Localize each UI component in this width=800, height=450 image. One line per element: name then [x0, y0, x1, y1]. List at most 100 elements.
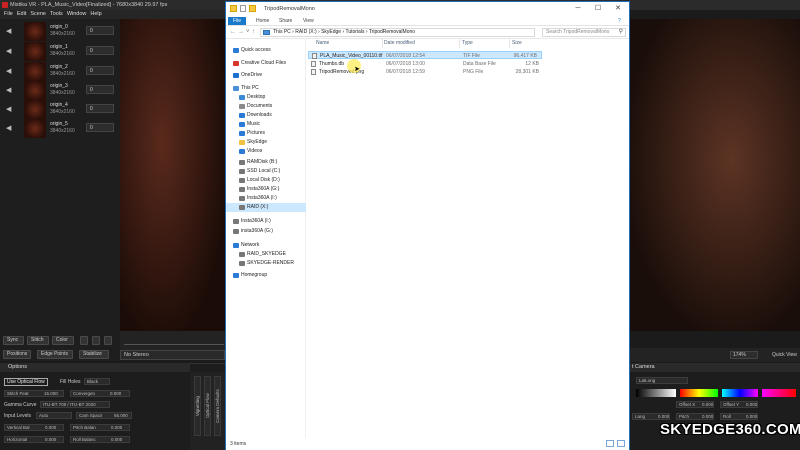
- nav-item[interactable]: SSD Local (C:): [226, 167, 306, 176]
- menu-scene[interactable]: Scene: [30, 11, 46, 17]
- color-dropdown[interactable]: Color: [52, 336, 74, 345]
- file-row[interactable]: PLA_Music_Video_00110.tif 06/07/2018 12:5…: [308, 51, 542, 59]
- nav-item[interactable]: Quick access: [226, 46, 306, 55]
- speaker-icon[interactable]: ◀: [6, 27, 13, 35]
- fill-holes-dropdown[interactable]: Black: [84, 378, 110, 385]
- stabilize-dropdown[interactable]: Stabilize: [79, 350, 109, 359]
- clip-offset-field[interactable]: 0: [86, 123, 114, 132]
- up-icon[interactable]: ↑: [252, 29, 255, 35]
- breadcrumb-tutorials[interactable]: Tutorials: [345, 29, 364, 35]
- tab-optical-flow[interactable]: Optical Flow: [204, 376, 211, 436]
- nav-item[interactable]: OneDrive: [226, 71, 306, 80]
- nav-item[interactable]: Videos: [226, 147, 306, 156]
- stitch-dropdown[interactable]: Stitch: [27, 336, 49, 345]
- menu-tools[interactable]: Tools: [50, 11, 63, 17]
- close-icon[interactable]: ✕: [608, 2, 628, 16]
- clip-row[interactable]: ◀ origin_2 3840x2160 0: [0, 62, 120, 81]
- hue-strip-3[interactable]: [762, 389, 796, 397]
- projection-dropdown[interactable]: LatLong: [636, 377, 688, 384]
- list-view-icon[interactable]: [80, 336, 88, 345]
- file-row[interactable]: Thumbs.db 06/07/2018 13:00 Data Base File 1…: [308, 60, 542, 68]
- clip-offset-field[interactable]: 0: [86, 104, 114, 113]
- speaker-icon[interactable]: ◀: [6, 124, 13, 132]
- clip-offset-field[interactable]: 0: [86, 46, 114, 55]
- nav-item[interactable]: Network: [226, 241, 306, 250]
- nav-item[interactable]: Desktop: [226, 93, 306, 102]
- search-input[interactable]: Search TripodRemovalMono ⚲: [542, 28, 626, 37]
- speaker-icon[interactable]: ◀: [6, 67, 13, 75]
- breadcrumb-raid[interactable]: RAID (X:): [295, 29, 316, 35]
- file-row[interactable]: TripodRemoved.png 06/07/2018 12:59 PNG Fil…: [308, 68, 542, 76]
- nav-item[interactable]: Downloads: [226, 111, 306, 120]
- quick-view-toggle[interactable]: Quick View: [772, 352, 797, 358]
- input-levels-dropdown[interactable]: Auto: [36, 412, 72, 419]
- new-folder-icon[interactable]: [249, 5, 256, 12]
- tab-file[interactable]: File: [228, 17, 246, 25]
- forward-icon[interactable]: →: [238, 29, 244, 35]
- maximize-icon[interactable]: ☐: [588, 2, 608, 16]
- grid-view-icon[interactable]: [92, 336, 100, 345]
- clip-row[interactable]: ◀ origin_4 3840x2160 0: [0, 100, 120, 119]
- nav-item[interactable]: Local Disk (D:): [226, 176, 306, 185]
- positions-dropdown[interactable]: Positions: [3, 350, 31, 359]
- back-icon[interactable]: ←: [230, 29, 236, 35]
- gamma-curve-dropdown[interactable]: ITU-BT 709 / ITU-BT 2020: [40, 401, 110, 408]
- help-icon[interactable]: ?: [618, 18, 621, 24]
- minimize-icon[interactable]: ─: [568, 2, 588, 16]
- nav-item[interactable]: Insta360A (G:): [226, 185, 306, 194]
- speaker-icon[interactable]: ◀: [6, 105, 13, 113]
- breadcrumb-this-pc[interactable]: This PC: [273, 29, 291, 35]
- split-view-icon[interactable]: [104, 336, 112, 345]
- recent-chevron-icon[interactable]: ˅: [246, 29, 250, 35]
- clip-offset-field[interactable]: 0: [86, 85, 114, 94]
- luma-strip[interactable]: [636, 389, 676, 397]
- nav-item[interactable]: insta360A (G:): [226, 227, 306, 236]
- sync-dropdown[interactable]: Sync: [3, 336, 24, 345]
- speaker-icon[interactable]: ◀: [6, 86, 13, 94]
- nav-item[interactable]: Homegroup: [226, 271, 306, 280]
- clip-offset-field[interactable]: 0: [86, 26, 114, 35]
- column-separator[interactable]: [459, 39, 460, 48]
- nav-item[interactable]: Pictures: [226, 129, 306, 138]
- clip-row[interactable]: ◀ origin_0 3840x2160 0: [0, 22, 120, 41]
- nav-item[interactable]: Insta360A (I:): [226, 217, 306, 226]
- nav-item[interactable]: Creative Cloud Files: [226, 59, 306, 68]
- column-name[interactable]: Name: [316, 40, 329, 46]
- nav-item[interactable]: RAID (X:): [226, 203, 306, 212]
- large-icons-view-icon[interactable]: [617, 440, 625, 447]
- timeline-ruler[interactable]: [124, 335, 224, 345]
- hue-strip-1[interactable]: [680, 389, 718, 397]
- breadcrumb-tripodremovalmono[interactable]: TripodRemovalMono: [369, 29, 415, 35]
- nav-item[interactable]: Documents: [226, 102, 306, 111]
- edge-points-dropdown[interactable]: Edge Points: [37, 350, 73, 359]
- nav-item[interactable]: RAMDisk (B:): [226, 158, 306, 167]
- nav-item[interactable]: Insta360A (I:): [226, 194, 306, 203]
- nav-item[interactable]: Music: [226, 120, 306, 129]
- viewer-left-image[interactable]: [120, 19, 225, 331]
- zoom-dropdown[interactable]: 174%: [730, 351, 758, 359]
- column-separator[interactable]: [382, 39, 383, 48]
- column-separator[interactable]: [509, 39, 510, 48]
- menu-edit[interactable]: Edit: [17, 11, 26, 17]
- tab-view[interactable]: View: [303, 18, 314, 24]
- clip-row[interactable]: ◀ origin_3 3840x2160 0: [0, 81, 120, 100]
- menu-file[interactable]: File: [4, 11, 13, 17]
- menu-help[interactable]: Help: [90, 11, 101, 17]
- viewer-right-image[interactable]: [629, 19, 800, 331]
- column-type[interactable]: Type: [462, 40, 473, 46]
- tab-share[interactable]: Share: [279, 18, 292, 24]
- speaker-icon[interactable]: ◀: [6, 47, 13, 55]
- properties-icon[interactable]: [240, 5, 246, 12]
- nav-item[interactable]: SkyEdge: [226, 138, 306, 147]
- clip-row[interactable]: ◀ origin_1 3840x2160 0: [0, 42, 120, 61]
- tab-vignetting[interactable]: Vignetting: [194, 376, 201, 436]
- stereo-mode-dropdown[interactable]: No Stereo: [120, 350, 225, 360]
- clip-row[interactable]: ◀ origin_5 3840x2160 0: [0, 119, 120, 138]
- hue-strip-2[interactable]: [722, 389, 758, 397]
- tab-home[interactable]: Home: [256, 18, 269, 24]
- clip-offset-field[interactable]: 0: [86, 66, 114, 75]
- column-date-modified[interactable]: Date modified: [384, 40, 415, 46]
- column-size[interactable]: Size: [512, 40, 522, 46]
- address-bar[interactable]: This PC › RAID (X:) › SkyEdge › Tutorial…: [260, 28, 535, 37]
- details-view-icon[interactable]: [606, 440, 614, 447]
